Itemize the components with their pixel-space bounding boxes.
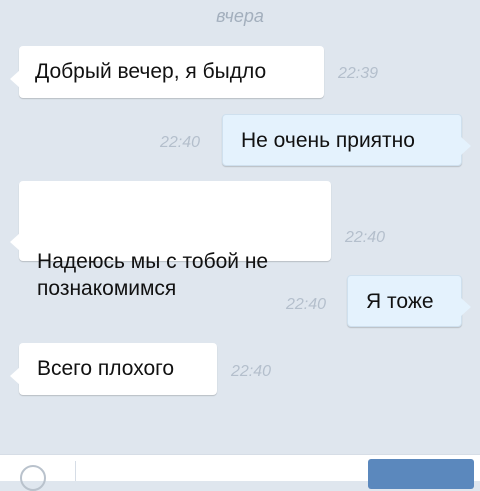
message-bubble-incoming[interactable]: Всего плохого <box>10 343 217 395</box>
bubble-tail <box>461 298 471 316</box>
message-time: 22:40 <box>286 296 327 313</box>
message-text: Добрый вечер, я быдло <box>35 60 267 83</box>
day-separator: вчера <box>216 6 264 26</box>
message-time: 22:40 <box>231 363 272 380</box>
message-time: 22:39 <box>338 65 379 82</box>
bubble-tail <box>10 233 20 251</box>
message-bubble-incoming[interactable]: Добрый вечер, я быдло <box>10 46 324 98</box>
message-bubble-outgoing[interactable]: Не очень приятно <box>222 114 471 166</box>
message-bubble-incoming[interactable]: Надеюсь мы с тобой не познакомимся <box>10 181 331 300</box>
bubble-tail <box>10 70 20 88</box>
message-text: Не очень приятно <box>241 129 415 152</box>
bubble-tail <box>10 367 20 385</box>
send-button[interactable] <box>368 459 474 489</box>
message-bubble-outgoing[interactable]: Я тоже <box>347 275 471 327</box>
smile-icon[interactable] <box>20 465 46 491</box>
message-text: Всего плохого <box>37 357 175 380</box>
message-text: Надеюсь мы с тобой не познакомимся <box>37 250 269 300</box>
message-time: 22:40 <box>160 134 201 151</box>
message-text: Я тоже <box>366 290 434 313</box>
message-input[interactable] <box>90 467 354 489</box>
bubble-tail <box>461 137 471 155</box>
message-time: 22:40 <box>345 229 386 246</box>
composer-bar <box>0 454 480 491</box>
divider <box>75 461 76 481</box>
